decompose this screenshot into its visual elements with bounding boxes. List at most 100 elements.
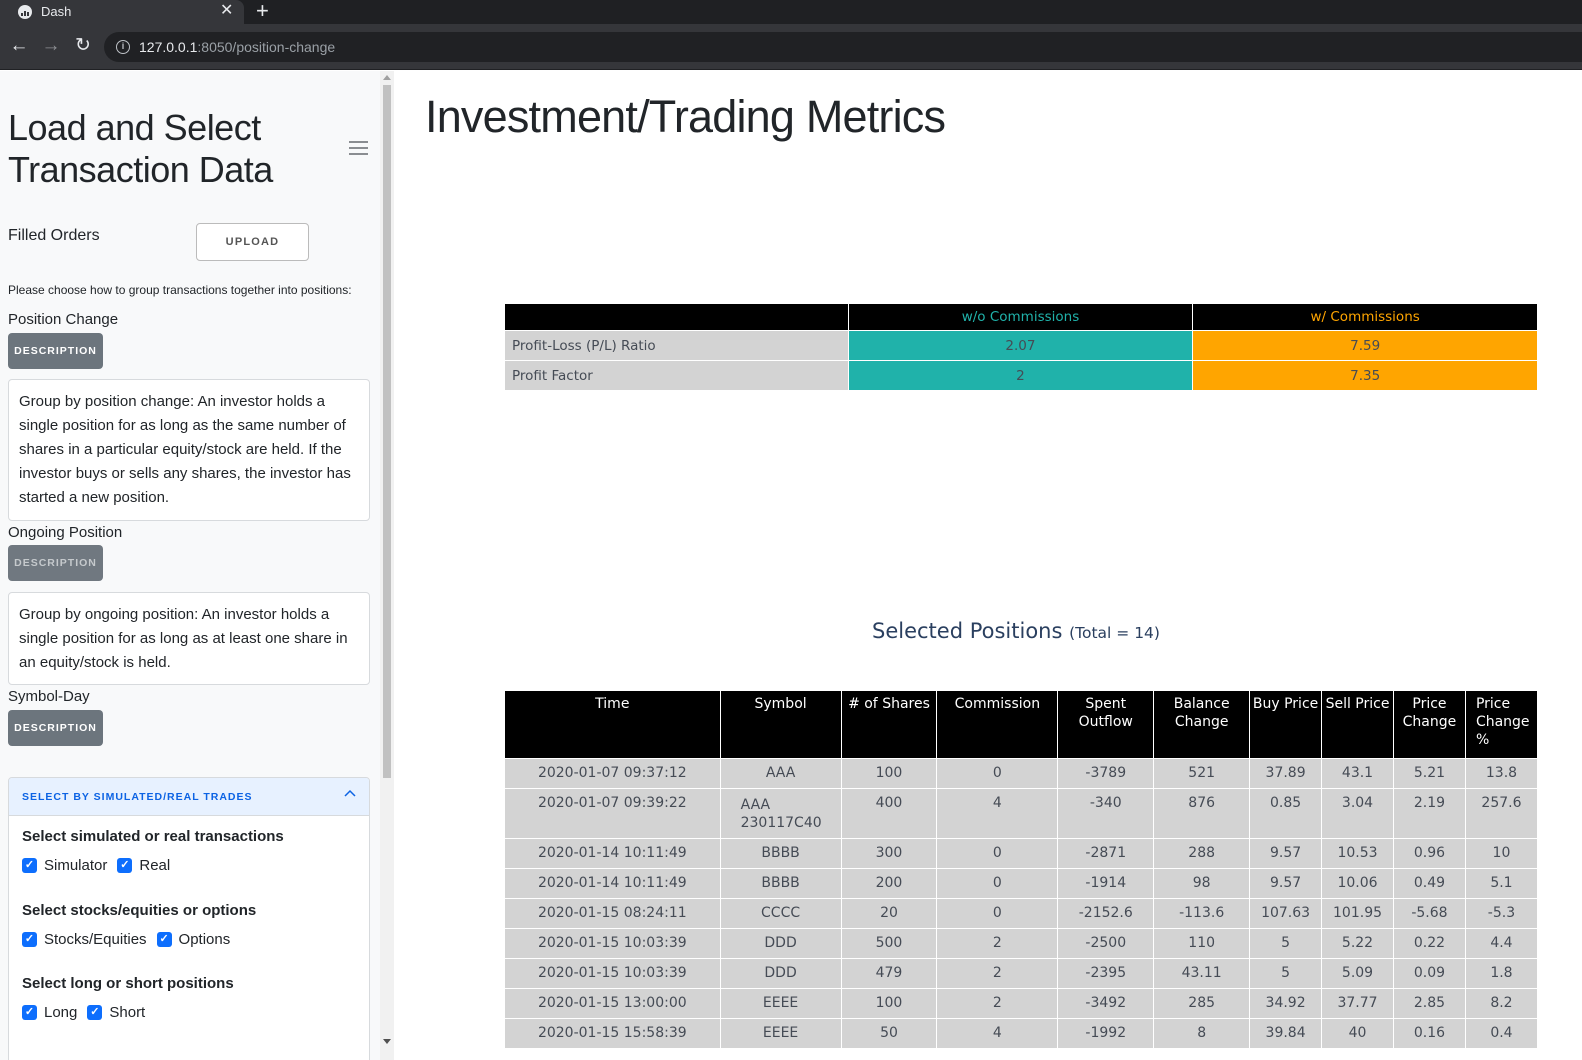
browser-tab-bar: Dash ✕ + [0,0,1582,24]
trades-filter-accordion: SELECT BY SIMULATED/REAL TRADES Select s… [8,777,370,1060]
col-header-buy-price[interactable]: Buy Price [1249,690,1323,759]
cell-time: 2020-01-15 10:03:39 [504,958,721,989]
site-info-icon[interactable]: i [116,40,130,54]
back-arrow-icon[interactable]: ← [9,34,29,58]
options-checkbox[interactable]: ✓ [156,932,172,947]
cell-shares: 500 [840,928,938,959]
cell-buy-price: 37.89 [1249,758,1323,789]
table-row[interactable]: 2020-01-15 10:03:39 DDD 479 2 -2395 43.11 5 5.0… [504,958,1539,989]
cell-spent-outflow: -2152.6 [1057,898,1155,929]
browser-tab[interactable]: Dash ✕ [0,0,244,24]
col-header-shares[interactable]: # of Shares [840,690,938,759]
cell-time: 2020-01-07 09:37:12 [504,758,721,789]
cell-buy-price: 9.57 [1249,838,1323,869]
cell-shares: 300 [840,838,938,869]
col-header-price-change-pct[interactable]: Price Change % [1464,690,1539,759]
group-prompt: Please choose how to group transactions … [8,283,352,297]
close-tab-icon[interactable]: ✕ [220,2,233,20]
option-symbol-day[interactable]: Symbol-Day [8,688,90,705]
cell-commission: 0 [936,838,1059,869]
col-header-balance-change[interactable]: Balance Change [1153,690,1251,759]
col-header-symbol[interactable]: Symbol [719,690,842,759]
table-row[interactable]: 2020-01-15 15:58:39 EEEE 50 4 -1992 8 39.84 40 0… [504,1018,1539,1049]
cell-symbol: AAA 230117C40 [719,788,842,839]
chevron-up-icon [343,787,357,801]
cell-symbol: BBBB [719,868,842,899]
cell-symbol: EEEE [719,1018,842,1049]
cell-spent-outflow: -3789 [1057,758,1155,789]
stocks-checkbox[interactable]: ✓ [22,932,37,947]
checkbox-row-stocks-options: ✓ Stocks/Equities ✓ Options [22,931,230,948]
hamburger-menu-icon[interactable] [349,141,368,155]
scroll-up-arrow-icon[interactable] [383,75,391,80]
cell-symbol: EEEE [719,988,842,1019]
col-header-price-change[interactable]: Price Change [1392,690,1466,759]
cell-shares: 400 [840,788,938,839]
accordion-header[interactable]: SELECT BY SIMULATED/REAL TRADES [9,778,369,816]
scroll-down-arrow-icon[interactable] [383,1039,391,1044]
forward-arrow-icon[interactable]: → [41,34,61,58]
cell-commission: 2 [936,928,1059,959]
metrics-header-without-commissions: w/o Commissions [847,303,1194,331]
ongoing-position-description-button[interactable]: DESCRIPTION [8,545,103,581]
cell-price-change: 2.85 [1392,988,1466,1019]
col-header-time[interactable]: Time [504,690,721,759]
metrics-header-row: w/o Commissions w/ Commissions [504,303,1538,331]
cell-balance-change: 43.11 [1153,958,1251,989]
cell-price-change-pct: -5.3 [1464,898,1539,929]
short-checkbox[interactable]: ✓ [87,1005,103,1020]
table-row[interactable]: 2020-01-15 10:03:39 DDD 500 2 -2500 110 5 5.22 0… [504,928,1539,959]
new-tab-icon[interactable]: + [256,0,269,23]
cell-balance-change: 98 [1153,868,1251,899]
reload-icon[interactable]: ↻ [73,34,93,58]
cell-balance-change: -113.6 [1153,898,1251,929]
cell-symbol: AAA [719,758,842,789]
position-change-description-button[interactable]: DESCRIPTION [8,333,103,369]
cell-time: 2020-01-15 08:24:11 [504,898,721,929]
col-header-commission[interactable]: Commission [936,690,1059,759]
address-bar[interactable]: i 127.0.0.1:8050/position-change [104,32,1582,62]
cell-price-change-pct: 1.8 [1464,958,1539,989]
table-row[interactable]: 2020-01-07 09:37:12 AAA 100 0 -3789 521 37.89 4… [504,758,1539,789]
cell-balance-change: 285 [1153,988,1251,1019]
symbol-day-description-button[interactable]: DESCRIPTION [8,710,103,746]
tab-title: Dash [41,4,72,19]
metric-value-with: 7.59 [1192,330,1538,361]
col-header-sell-price[interactable]: Sell Price [1321,690,1394,759]
options-label: Options [178,931,231,948]
accordion-title: SELECT BY SIMULATED/REAL TRADES [22,791,253,803]
option-position-change[interactable]: Position Change [8,311,118,328]
sidebar: Load and Select Transaction Data Filled … [0,71,394,1060]
table-row[interactable]: 2020-01-15 08:24:11 CCCC 20 0 -2152.6 -113.6 1… [504,898,1539,929]
selected-positions-title: Selected Positions [872,619,1063,643]
metric-name: Profit Factor [504,360,849,391]
table-row[interactable]: 2020-01-14 10:11:49 BBBB 200 0 -1914 98 9.57 10… [504,868,1539,899]
simulator-label: Simulator [44,857,108,874]
cell-sell-price: 37.77 [1321,988,1394,1019]
cell-commission: 4 [936,1018,1059,1049]
cell-price-change: -5.68 [1392,898,1466,929]
option-ongoing-position[interactable]: Ongoing Position [8,524,122,541]
section-title-long-short: Select long or short positions [22,975,234,992]
cell-shares: 100 [840,758,938,789]
scrollbar-thumb[interactable] [383,85,391,778]
col-header-spent-outflow[interactable]: Spent Outflow [1057,690,1155,759]
table-row[interactable]: 2020-01-14 10:11:49 BBBB 300 0 -2871 288 9.57 1… [504,838,1539,869]
table-row[interactable]: 2020-01-15 13:00:00 EEEE 100 2 -3492 285 34.92… [504,988,1539,1019]
sidebar-scrollbar[interactable] [380,71,394,1060]
cell-shares: 20 [840,898,938,929]
cell-symbol: CCCC [719,898,842,929]
cell-spent-outflow: -1992 [1057,1018,1155,1049]
metrics-table: w/o Commissions w/ Commissions Profit-Lo… [504,303,1538,391]
cell-spent-outflow: -3492 [1057,988,1155,1019]
simulator-checkbox[interactable]: ✓ [22,858,37,873]
upload-button[interactable]: UPLOAD [196,223,309,261]
cell-price-change: 0.49 [1392,868,1466,899]
cell-price-change-pct: 257.6 [1464,788,1539,839]
real-checkbox[interactable]: ✓ [117,858,133,873]
cell-price-change: 0.22 [1392,928,1466,959]
short-label: Short [109,1004,146,1021]
long-checkbox[interactable]: ✓ [22,1005,37,1020]
table-row[interactable]: 2020-01-07 09:39:22 AAA 230117C40 400 4 -340… [504,788,1539,839]
metrics-header-blank [504,303,849,331]
